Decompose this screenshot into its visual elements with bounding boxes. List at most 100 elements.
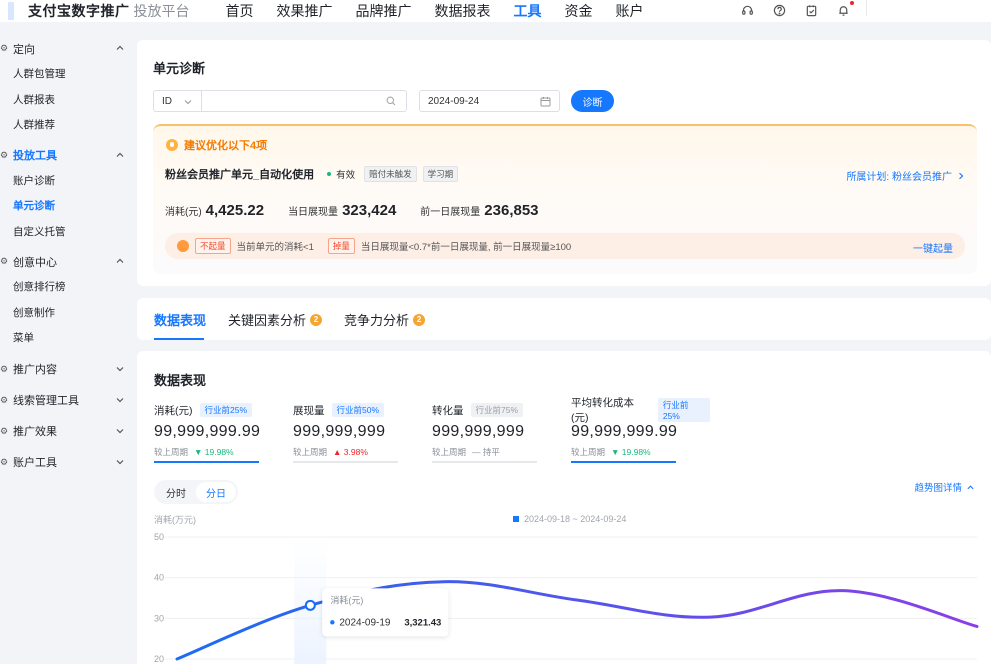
chevron-down-icon xyxy=(116,397,124,402)
nav-home[interactable]: 首页 xyxy=(226,1,254,21)
tab-badge: 2 xyxy=(413,313,426,326)
unit-tag: 赔付未触发 xyxy=(364,166,417,182)
granularity-toggle: 分时 分日 xyxy=(154,480,238,504)
analysis-tabs: 数据表现 关键因素分析 2 竞争力分析 2 xyxy=(154,310,447,340)
unit-status: 有效 xyxy=(336,170,356,181)
granularity-hourly[interactable]: 分时 xyxy=(156,482,196,502)
y-tick-label: 50 xyxy=(154,532,164,542)
nav-performance-ads[interactable]: 效果推广 xyxy=(277,1,333,21)
y-tick-label: 20 xyxy=(154,654,164,664)
tab-badge: 2 xyxy=(310,313,323,326)
industry-tag: 行业前50% xyxy=(331,403,385,417)
gear-icon: ⚙ xyxy=(0,425,9,436)
industry-tag: 行业前25% xyxy=(657,398,710,422)
sidebar-item-account-diagnosis[interactable]: 账户诊断 xyxy=(0,168,135,194)
kpi-compare-label: 较上周期 xyxy=(293,447,328,457)
analysis-tabs-card: 数据表现 关键因素分析 2 竞争力分析 2 xyxy=(137,298,991,340)
kpi-conversions[interactable]: 转化量 行业前75% 999,999,999 较上周期 — 持平 xyxy=(432,403,571,463)
y-axis-label: 消耗(万元) xyxy=(154,514,196,525)
granularity-daily[interactable]: 分日 xyxy=(196,482,236,502)
logo-icon xyxy=(8,2,14,20)
kpi-value: 999,999,999 xyxy=(432,423,525,440)
help-icon[interactable] xyxy=(771,2,787,18)
kpi-row: 消耗(元) 行业前25% 99,999,999.99 较上周期 ▼ 19.98% 展… xyxy=(154,397,710,463)
kpi-avg-conversion-cost[interactable]: 平均转化成本(元) 行业前25% 99,999,999.99 较上周期 ▼ 19.9… xyxy=(571,397,710,463)
tab-data-performance[interactable]: 数据表现 xyxy=(154,310,206,340)
kpi-active-indicator xyxy=(571,461,676,463)
tab-competitiveness[interactable]: 竞争力分析 2 xyxy=(344,310,426,329)
trend-detail-toggle[interactable]: 趋势图详情 xyxy=(914,480,975,494)
sidebar-group-delivery-tools[interactable]: ⚙ 投放工具 xyxy=(0,143,135,168)
sidebar-group-promo-effect[interactable]: ⚙ 推广效果 xyxy=(0,419,135,444)
sidebar-item-audience-report[interactable]: 人群报表 xyxy=(0,87,135,113)
kpi-label: 展现量 xyxy=(293,404,325,417)
nav-reports[interactable]: 数据报表 xyxy=(435,1,491,21)
tooltip-dot xyxy=(330,620,335,625)
header-actions xyxy=(723,1,854,18)
diagnose-button[interactable]: 诊断 xyxy=(571,90,614,112)
nav-account[interactable]: 账户 xyxy=(616,1,644,21)
data-point-highlight[interactable] xyxy=(304,599,316,611)
tab-key-factors[interactable]: 关键因素分析 2 xyxy=(228,310,323,329)
search-input[interactable] xyxy=(202,91,372,111)
parent-plan-link[interactable]: 所属计划: 粉丝会员推广 xyxy=(846,168,965,183)
unit-diagnosis-card: 单元诊断 ID 2024-09-24 诊断 建议优化以下4项 粉丝会员推广单元_… xyxy=(137,40,991,286)
bell-icon[interactable] xyxy=(835,1,854,18)
kpi-impressions[interactable]: 展现量 行业前50% 999,999,999 较上周期 ▲ 3.98% xyxy=(293,403,432,463)
main-nav: 首页 效果推广 品牌推广 数据报表 工具 资金 账户 xyxy=(226,1,667,21)
data-performance-card: 数据表现 消耗(元) 行业前25% 99,999,999.99 较上周期 ▼ 19.… xyxy=(137,351,991,664)
calendar-icon xyxy=(540,97,551,107)
chevron-down-icon xyxy=(116,366,124,371)
kpi-active-indicator xyxy=(154,461,259,463)
sidebar-group-account-tools[interactable]: ⚙ 账户工具 xyxy=(0,450,135,475)
kpi-value: 99,999,999.99 xyxy=(154,423,261,440)
sidebar-group-creative-center[interactable]: ⚙ 创意中心 xyxy=(0,249,135,274)
industry-tag: 行业前75% xyxy=(470,403,524,417)
gear-icon: ⚙ xyxy=(0,456,9,467)
status-dot xyxy=(327,172,332,176)
sidebar-group-promo-content[interactable]: ⚙ 推广内容 xyxy=(0,357,135,382)
chevron-down-icon xyxy=(116,459,124,464)
warning-tag: 不起量 xyxy=(195,238,231,254)
gear-icon: ⚙ xyxy=(0,149,9,160)
metric-label: 消耗(元) xyxy=(165,207,202,218)
unit-metrics: 消耗(元) 4,425.22 当日展现量 323,424 前一日展现量 236,… xyxy=(165,202,563,219)
search-icon xyxy=(386,96,396,106)
chart-legend: 2024-09-18 ~ 2024-09-24 xyxy=(513,514,626,524)
tooltip-date: 2024-09-19 xyxy=(339,617,391,628)
warning-icon xyxy=(177,240,189,252)
boost-volume-button[interactable]: 一键起量 xyxy=(913,240,953,255)
sidebar-item-audience-recommend[interactable]: 人群推荐 xyxy=(0,112,135,138)
sidebar-item-menu[interactable]: 菜单 xyxy=(0,325,135,351)
sidebar: ⚙ 定向 人群包管理 人群报表 人群推荐 ⚙ 投放工具 账户诊断 单元诊断 自定… xyxy=(0,36,135,475)
optimization-advice-panel: 建议优化以下4项 粉丝会员推广单元_自动化使用 有效 赔付未触发 学习期 所属计… xyxy=(153,124,977,274)
nav-brand-ads[interactable]: 品牌推广 xyxy=(356,1,412,21)
sidebar-item-creative-make[interactable]: 创意制作 xyxy=(0,300,135,326)
warning-text: 当前单元的消耗<1 xyxy=(236,242,314,253)
tooltip-title: 消耗(元) xyxy=(330,594,363,605)
sidebar-group-targeting[interactable]: ⚙ 定向 xyxy=(0,36,135,61)
sidebar-item-audience-package[interactable]: 人群包管理 xyxy=(0,61,135,87)
sidebar-group-lead-tools[interactable]: ⚙ 线索管理工具 xyxy=(0,388,135,413)
metric-label: 当日展现量 xyxy=(288,207,339,218)
sidebar-item-unit-diagnosis[interactable]: 单元诊断 xyxy=(0,193,135,219)
task-icon[interactable] xyxy=(803,2,819,18)
date-picker[interactable]: 2024-09-24 xyxy=(419,90,560,112)
sidebar-item-creative-ranking[interactable]: 创意排行榜 xyxy=(0,274,135,300)
sidebar-item-custom-hosting[interactable]: 自定义托管 xyxy=(0,219,135,245)
gear-icon: ⚙ xyxy=(0,256,9,266)
nav-funds[interactable]: 资金 xyxy=(565,1,593,21)
chevron-down-icon xyxy=(184,100,192,105)
id-type-select[interactable]: ID xyxy=(153,90,201,112)
header-divider xyxy=(866,0,867,16)
gear-icon: ⚙ xyxy=(0,363,9,374)
nav-tools[interactable]: 工具 xyxy=(514,1,542,21)
kpi-label: 消耗(元) xyxy=(154,404,193,417)
chart-tooltip: 消耗(元) 2024-09-19 3,321.43 xyxy=(322,588,449,637)
legend-label: 2024-09-18 ~ 2024-09-24 xyxy=(524,514,626,524)
gear-icon: ⚙ xyxy=(0,394,9,405)
headset-icon[interactable] xyxy=(739,2,755,18)
unit-info: 粉丝会员推广单元_自动化使用 有效 赔付未触发 学习期 xyxy=(165,166,459,182)
gear-icon: ⚙ xyxy=(0,43,9,53)
kpi-cost[interactable]: 消耗(元) 行业前25% 99,999,999.99 较上周期 ▼ 19.98% xyxy=(154,403,293,463)
